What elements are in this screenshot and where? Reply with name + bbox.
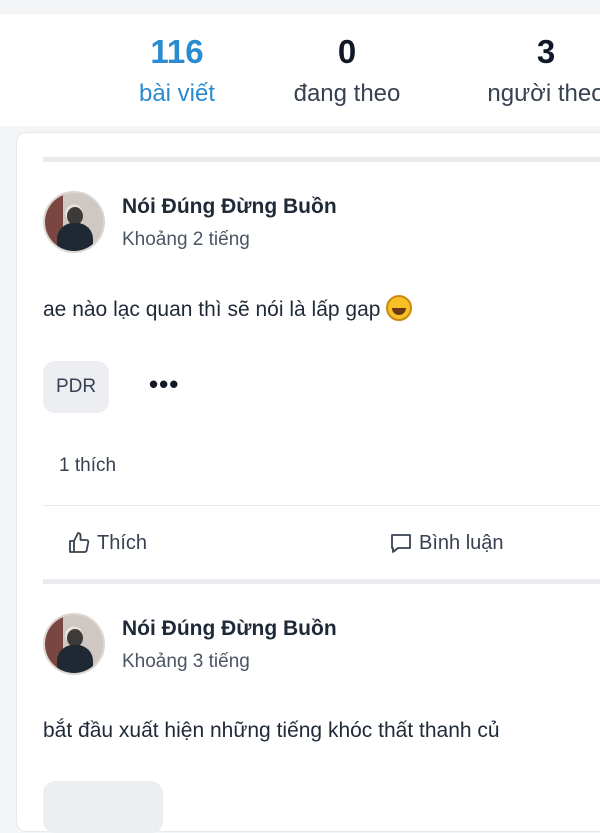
stat-following-count: 0 — [337, 33, 357, 70]
like-button[interactable]: Thích — [67, 531, 147, 555]
stat-followers-label: người theo — [487, 80, 600, 107]
post-author[interactable]: Nói Đúng Đừng Buồn — [122, 195, 337, 219]
avatar[interactable] — [43, 191, 105, 253]
comment-icon — [391, 534, 411, 553]
stat-followers-count: 3 — [536, 33, 556, 70]
profile-stats-bar: 116 bài viết 0 đang theo 3 người theo — [0, 14, 600, 126]
post-separator — [43, 157, 600, 162]
post-separator — [43, 579, 600, 584]
post-divider — [43, 505, 600, 506]
thumbs-up-icon — [69, 532, 90, 553]
stat-followers[interactable]: 3 người theo — [466, 32, 600, 112]
post-time[interactable]: Khoảng 2 tiếng — [122, 229, 250, 251]
more-options-icon[interactable]: ••• — [149, 369, 179, 400]
avatar[interactable] — [43, 613, 105, 675]
post-tag[interactable] — [43, 781, 163, 833]
stat-posts[interactable]: 116 bài viết — [122, 32, 232, 112]
comment-button[interactable]: Bình luận — [389, 531, 504, 555]
post-time[interactable]: Khoảng 3 tiếng — [122, 651, 250, 673]
post-text: ae nào lạc quan thì sẽ nói là lấp gap — [43, 298, 381, 321]
post-author[interactable]: Nói Đúng Đừng Buồn — [122, 617, 337, 641]
stat-posts-count: 116 — [150, 33, 204, 70]
post-text: bắt đầu xuất hiện những tiếng khóc thất … — [43, 719, 500, 742]
like-count[interactable]: 1 thích — [59, 455, 116, 477]
stat-following-label: đang theo — [293, 80, 401, 107]
stat-following[interactable]: 0 đang theo — [272, 32, 422, 112]
like-button-label: Thích — [97, 531, 148, 554]
post-content: ae nào lạc quan thì sẽ nói là lấp gap — [43, 295, 413, 322]
post-tag[interactable]: PDR — [43, 361, 109, 413]
post-feed: Nói Đúng Đừng Buồn Khoảng 2 tiếng ae nào… — [16, 132, 600, 833]
rofl-emoji-icon — [386, 295, 413, 321]
stat-posts-label: bài viết — [138, 80, 216, 107]
comment-button-label: Bình luận — [419, 531, 504, 554]
